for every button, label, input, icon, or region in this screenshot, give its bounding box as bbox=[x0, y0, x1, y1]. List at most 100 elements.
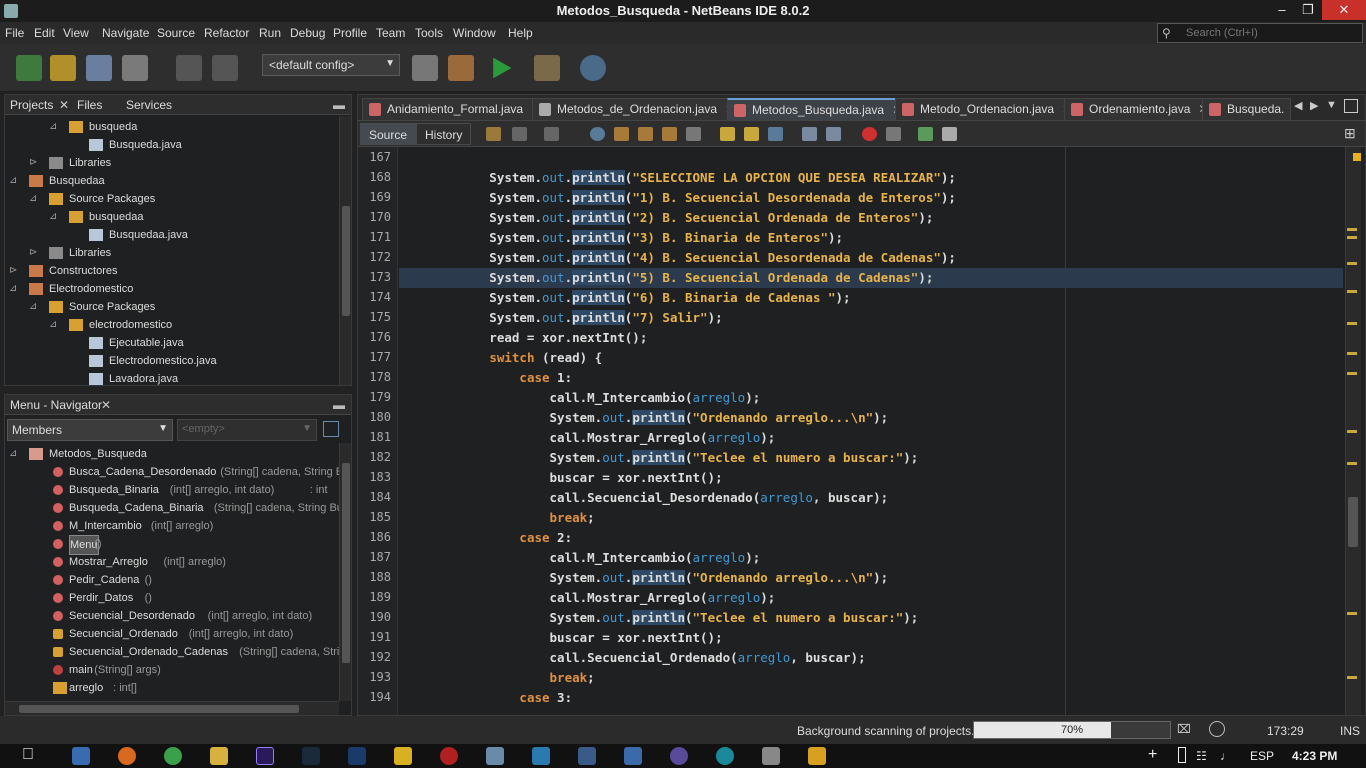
code-line[interactable]: System.out.println("5) B. Secuencial Ord… bbox=[399, 268, 1343, 288]
expand-toggle-icon[interactable]: ⊳ bbox=[9, 262, 17, 280]
project-tree-item[interactable]: ⊿ busqueda bbox=[5, 118, 339, 136]
stripe-mark[interactable] bbox=[1347, 236, 1357, 239]
code-line[interactable]: System.out.println("2) B. Secuencial Ord… bbox=[399, 208, 1343, 228]
navigator-member[interactable]: Busca_Cadena_Desordenado (String[] cadena… bbox=[5, 463, 339, 481]
projects-scrollbar[interactable] bbox=[339, 116, 351, 385]
stripe-mark[interactable] bbox=[1347, 352, 1357, 355]
virtualbox-icon[interactable] bbox=[486, 747, 504, 765]
after-effects-icon[interactable] bbox=[256, 747, 274, 765]
photoshop-icon[interactable] bbox=[348, 747, 366, 765]
find-selection-icon[interactable] bbox=[662, 127, 677, 141]
scroll-thumb[interactable] bbox=[19, 705, 299, 713]
clock[interactable]: 4:23 PM bbox=[1292, 749, 1337, 763]
code-line[interactable]: break; bbox=[399, 508, 1343, 528]
filter-select[interactable]: <empty> ▼ bbox=[177, 419, 317, 441]
last-edit-icon[interactable] bbox=[486, 127, 501, 141]
project-tree-item[interactable]: ⊳ Libraries bbox=[5, 244, 339, 262]
language-indicator[interactable]: ESP bbox=[1250, 749, 1274, 763]
navigator-hscrollbar[interactable] bbox=[5, 701, 339, 715]
scroll-thumb[interactable] bbox=[342, 463, 350, 663]
navigator-member[interactable]: Secuencial_Ordenado_Cadenas (String[] cad… bbox=[5, 643, 339, 661]
norton-icon[interactable] bbox=[394, 747, 412, 765]
chevron-down-icon[interactable]: ▼ bbox=[1326, 99, 1340, 115]
code-line[interactable]: System.out.println("6) B. Binaria de Cad… bbox=[399, 288, 1343, 308]
maximize-button[interactable]: ❐ bbox=[1294, 0, 1322, 20]
source-button[interactable]: Source bbox=[360, 123, 417, 145]
stripe-mark[interactable] bbox=[1347, 322, 1357, 325]
stripe-mark[interactable] bbox=[1347, 372, 1357, 375]
menu-run[interactable]: Run bbox=[259, 26, 281, 40]
file-explorer-icon[interactable] bbox=[210, 747, 228, 765]
code-line[interactable]: System.out.println("Ordenando arreglo...… bbox=[399, 408, 1343, 428]
code-line[interactable]: System.out.println("Teclee el numero a b… bbox=[399, 448, 1343, 468]
project-tree-item[interactable]: ⊳ Libraries bbox=[5, 154, 339, 172]
menu-source[interactable]: Source bbox=[157, 26, 195, 40]
battery-icon[interactable] bbox=[1178, 747, 1186, 763]
close-icon[interactable]: ✕ bbox=[59, 98, 69, 112]
save-all-icon[interactable] bbox=[122, 55, 148, 81]
tab-files[interactable]: Files bbox=[77, 98, 102, 112]
members-select[interactable]: Members ▼ bbox=[7, 419, 173, 441]
expand-toggle-icon[interactable]: ⊿ bbox=[49, 208, 57, 226]
project-tree-item[interactable]: Busqueda.java bbox=[5, 136, 339, 154]
menu-navigate[interactable]: Navigate bbox=[102, 26, 149, 40]
run-icon[interactable] bbox=[493, 57, 512, 79]
toggle-bookmark-icon[interactable] bbox=[768, 127, 783, 141]
stripe-mark[interactable] bbox=[1347, 262, 1357, 265]
split-icon[interactable]: ⊞ bbox=[1344, 125, 1356, 142]
scroll-thumb[interactable] bbox=[1348, 497, 1358, 547]
project-tree-item[interactable]: Ejecutable.java bbox=[5, 334, 339, 352]
menu-window[interactable]: Window bbox=[453, 26, 496, 40]
clean-build-icon[interactable] bbox=[448, 55, 474, 81]
stripe-mark[interactable] bbox=[1347, 430, 1357, 433]
menu-view[interactable]: View bbox=[63, 26, 89, 40]
navigator-member[interactable]: Secuencial_Desordenado (int[] arreglo, in… bbox=[5, 607, 339, 625]
uncomment-icon[interactable] bbox=[942, 127, 957, 141]
close-icon[interactable]: ✕ bbox=[101, 398, 111, 412]
project-tree-item[interactable]: Lavadora.java bbox=[5, 370, 339, 385]
forward-icon[interactable] bbox=[544, 127, 559, 141]
redo-icon[interactable] bbox=[212, 55, 238, 81]
code-line[interactable]: System.out.println("1) B. Secuencial Des… bbox=[399, 188, 1343, 208]
editor-tab[interactable]: Metodos_Busqueda.java✕ bbox=[727, 98, 910, 120]
next-bookmark-icon[interactable] bbox=[744, 127, 759, 141]
tab-services[interactable]: Services bbox=[126, 98, 172, 112]
chevron-left-icon[interactable]: ◀ bbox=[1294, 99, 1306, 115]
navigator-member[interactable]: Mostrar_Arreglo (int[] arreglo) bbox=[5, 553, 339, 571]
app-icon[interactable] bbox=[532, 747, 550, 765]
navigator-root[interactable]: ⊿ Metodos_Busqueda bbox=[5, 445, 339, 463]
stripe-mark[interactable] bbox=[1347, 228, 1357, 231]
new-project-icon[interactable] bbox=[50, 55, 76, 81]
tab-projects[interactable]: Projects bbox=[10, 98, 53, 112]
stripe-mark[interactable] bbox=[1347, 676, 1357, 679]
expand-toggle-icon[interactable]: ⊿ bbox=[29, 190, 37, 208]
expand-toggle-icon[interactable]: ⊿ bbox=[49, 316, 57, 334]
eclipse-icon[interactable] bbox=[670, 747, 688, 765]
plus-icon[interactable]: + bbox=[1148, 746, 1157, 764]
code-area[interactable]: System.out.println("SELECCIONE LA OPCION… bbox=[399, 147, 1343, 715]
code-line[interactable]: buscar = xor.nextInt(); bbox=[399, 628, 1343, 648]
menu-tools[interactable]: Tools bbox=[415, 26, 443, 40]
code-line[interactable]: read = xor.nextInt(); bbox=[399, 328, 1343, 348]
code-line[interactable]: System.out.println("Ordenando arreglo...… bbox=[399, 568, 1343, 588]
navigator-scrollbar[interactable] bbox=[339, 443, 351, 701]
toggle-highlight-icon[interactable] bbox=[686, 127, 701, 141]
navigator-member[interactable]: Busqueda_Binaria (int[] arreglo, int dato… bbox=[5, 481, 339, 499]
profile-icon[interactable] bbox=[580, 55, 606, 81]
chevron-right-icon[interactable]: ▶ bbox=[1310, 99, 1322, 115]
code-line[interactable]: switch (read) { bbox=[399, 348, 1343, 368]
stripe-mark[interactable] bbox=[1347, 290, 1357, 293]
navigator-member[interactable]: Pedir_Cadena () bbox=[5, 571, 339, 589]
stripe-mark[interactable] bbox=[1347, 612, 1357, 615]
menu-edit[interactable]: Edit bbox=[34, 26, 55, 40]
minimize-panel-icon[interactable]: ▬ bbox=[333, 398, 345, 412]
menu-refactor[interactable]: Refactor bbox=[204, 26, 249, 40]
code-line[interactable]: buscar = xor.nextInt(); bbox=[399, 468, 1343, 488]
menu-profile[interactable]: Profile bbox=[333, 26, 367, 40]
code-line[interactable]: case 3: bbox=[399, 688, 1343, 708]
volume-icon[interactable]: ♩ bbox=[1220, 749, 1232, 763]
editor-tab[interactable]: Anidamiento_Formal.java✕ bbox=[362, 98, 549, 120]
code-line[interactable]: System.out.println("Teclee el numero a b… bbox=[399, 608, 1343, 628]
search-input[interactable]: ⚲ Search (Ctrl+I) bbox=[1157, 23, 1363, 43]
find-next-icon[interactable] bbox=[638, 127, 653, 141]
